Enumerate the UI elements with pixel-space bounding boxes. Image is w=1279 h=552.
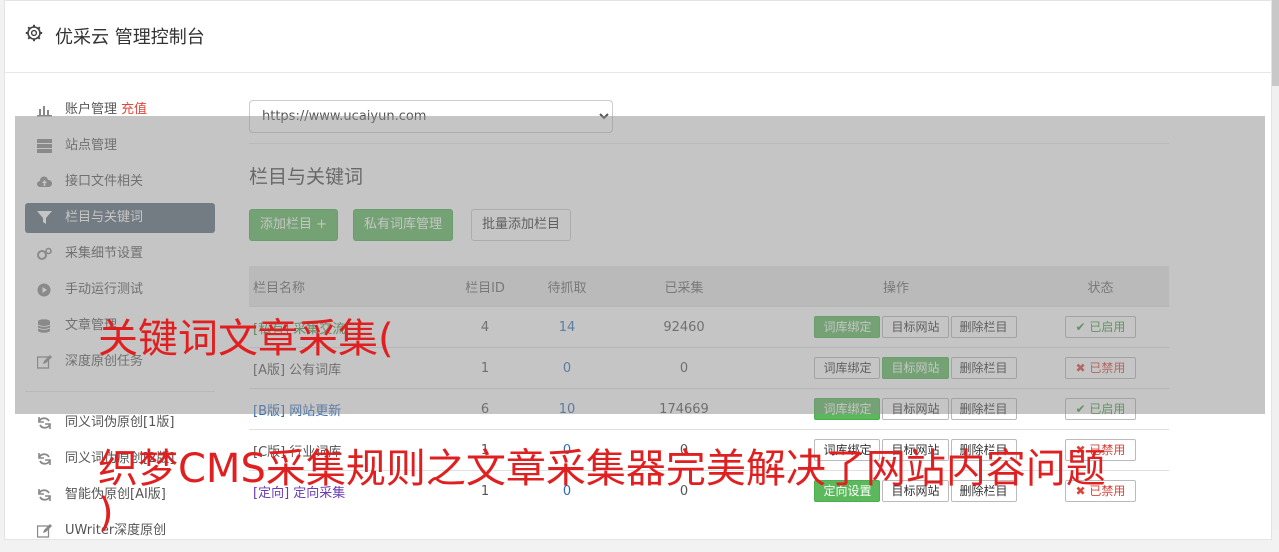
page-title: 优采云 管理控制台 <box>55 27 205 48</box>
gray-overlay <box>15 116 1265 414</box>
overlay-caption-line2: 织梦CMS采集规则之文章采集器完美解决了网站内容问题 <box>98 446 1106 492</box>
refresh-icon <box>38 489 51 501</box>
gear-icon <box>25 24 43 42</box>
refresh-icon <box>38 417 51 429</box>
sidebar-item-uwriter[interactable]: UWriter深度原创 <box>25 516 215 546</box>
overlay-caption-line3: ) <box>98 490 114 536</box>
sidebar-item-label: UWriter深度原创 <box>65 523 167 538</box>
sidebar-item-label: 同义词伪原创[1版] <box>65 415 175 430</box>
recharge-link[interactable]: 充值 <box>121 102 147 117</box>
edit-icon <box>37 524 52 538</box>
refresh-icon <box>38 453 51 465</box>
sidebar-item-label: 账户管理 <box>65 102 118 117</box>
scrollbar-thumb[interactable] <box>1272 0 1279 86</box>
bar-chart-icon <box>37 106 52 117</box>
overlay-caption-line1: 关键词文章采集( <box>98 316 394 362</box>
page-header: 优采云 管理控制台 <box>5 1 1271 73</box>
